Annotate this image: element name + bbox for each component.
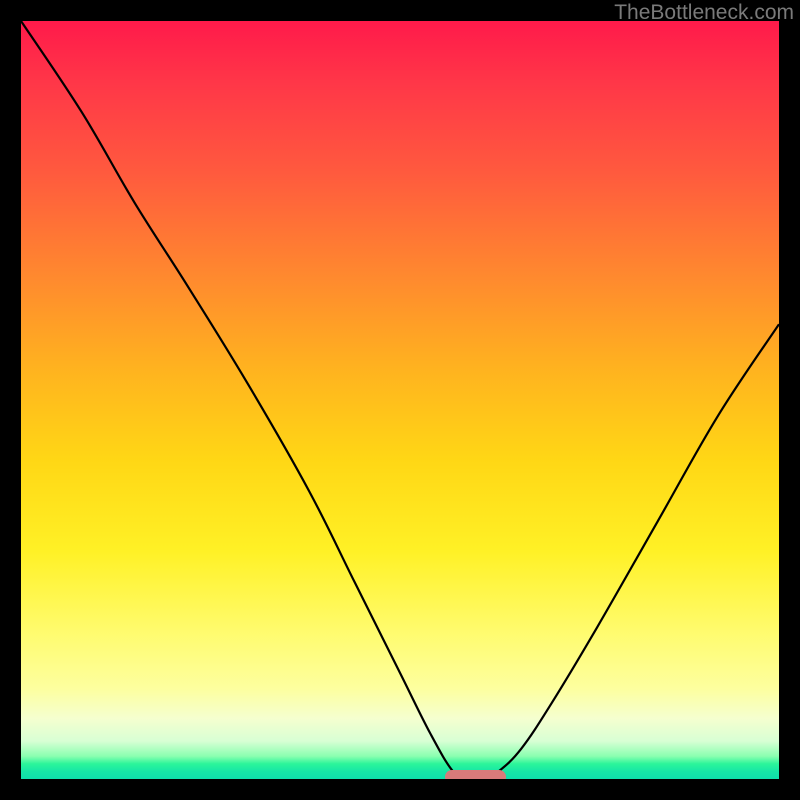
attribution-label: TheBottleneck.com [614,1,794,25]
optimum-marker [445,770,506,779]
plot-area [21,21,779,779]
bottleneck-curve [21,21,779,779]
chart-frame: TheBottleneck.com [0,0,800,800]
